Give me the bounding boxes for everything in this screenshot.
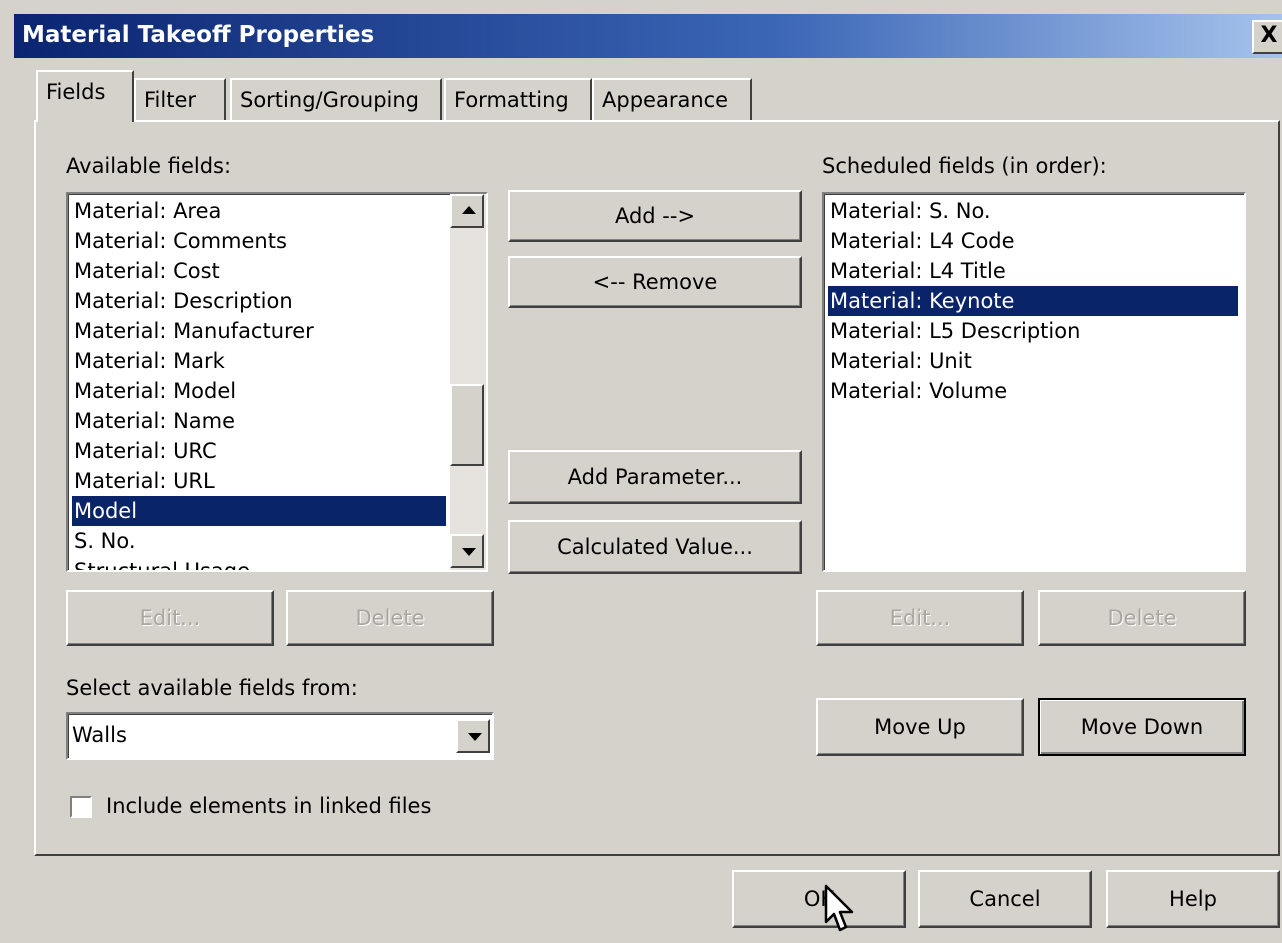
dropdown-button[interactable] — [456, 719, 490, 753]
list-item[interactable]: Material: L4 Code — [828, 226, 1238, 256]
list-item[interactable]: Material: S. No. — [828, 196, 1238, 226]
scheduled-delete-button[interactable]: Delete — [1038, 590, 1246, 646]
ok-button[interactable]: OK — [732, 870, 906, 928]
arrow-down-icon — [462, 548, 476, 556]
fields-tab-content: Available fields: Material: Area Material… — [0, 0, 1282, 943]
help-button[interactable]: Help — [1106, 870, 1280, 928]
list-item[interactable]: Material: Description — [72, 286, 446, 316]
mouse-pointer-icon — [824, 884, 854, 932]
button-label: Help — [1169, 887, 1217, 911]
select-fields-from-label: Select available fields from: — [66, 676, 358, 700]
list-item[interactable]: Material: Area — [72, 196, 446, 226]
list-item[interactable]: S. No. — [72, 526, 446, 556]
scheduled-fields-list[interactable]: Material: S. No. Material: L4 Code Materia… — [822, 192, 1246, 572]
scheduled-edit-button[interactable]: Edit... — [816, 590, 1024, 646]
calculated-value-button[interactable]: Calculated Value... — [508, 520, 802, 574]
move-down-button[interactable]: Move Down — [1038, 698, 1246, 756]
cancel-button[interactable]: Cancel — [918, 870, 1092, 928]
list-item[interactable]: Model — [72, 496, 446, 526]
button-label: Move Down — [1080, 715, 1204, 739]
available-fields-label: Available fields: — [66, 154, 232, 178]
list-item[interactable]: Material: Manufacturer — [72, 316, 446, 346]
add-button[interactable]: Add --> — [508, 190, 802, 242]
remove-button[interactable]: <-- Remove — [508, 256, 802, 308]
scroll-up-button[interactable] — [450, 194, 484, 228]
include-linked-label: Include elements in linked files — [106, 794, 432, 818]
button-label: Edit... — [889, 606, 951, 630]
button-label: Move Up — [874, 715, 966, 739]
button-label: Delete — [355, 606, 425, 630]
list-item[interactable]: Material: Model — [72, 376, 446, 406]
available-delete-button[interactable]: Delete — [286, 590, 494, 646]
list-item[interactable]: Material: Volume — [828, 376, 1238, 406]
add-parameter-button[interactable]: Add Parameter... — [508, 450, 802, 504]
move-up-button[interactable]: Move Up — [816, 698, 1024, 756]
list-item[interactable]: Material: Keynote — [828, 286, 1238, 316]
available-edit-button[interactable]: Edit... — [66, 590, 274, 646]
available-fields-list[interactable]: Material: Area Material: Comments Material… — [66, 192, 488, 572]
list-item[interactable]: Material: Name — [72, 406, 446, 436]
list-item[interactable]: Material: Cost — [72, 256, 446, 286]
list-item[interactable]: Material: Mark — [72, 346, 446, 376]
list-item[interactable]: Material: URC — [72, 436, 446, 466]
button-label: Calculated Value... — [557, 535, 753, 559]
button-label: Delete — [1107, 606, 1177, 630]
dropdown-value: Walls — [72, 723, 127, 747]
button-label: Edit... — [139, 606, 201, 630]
scheduled-fields-label: Scheduled fields (in order): — [822, 154, 1107, 178]
list-item[interactable]: Structural Usage — [72, 556, 446, 570]
include-linked-checkbox[interactable] — [70, 796, 92, 818]
button-label: Cancel — [969, 887, 1041, 911]
button-label: <-- Remove — [592, 270, 718, 294]
list-item[interactable]: Material: Unit — [828, 346, 1238, 376]
button-label: Add --> — [614, 204, 696, 228]
chevron-down-icon — [468, 733, 482, 741]
list-item[interactable]: Material: L4 Title — [828, 256, 1238, 286]
button-label: Add Parameter... — [567, 465, 743, 489]
list-item[interactable]: Material: URL — [72, 466, 446, 496]
arrow-up-icon — [462, 206, 476, 214]
list-item[interactable]: Material: L5 Description — [828, 316, 1238, 346]
list-item[interactable]: Material: Comments — [72, 226, 446, 256]
fields-source-dropdown[interactable]: Walls — [66, 712, 494, 760]
available-fields-scrollbar[interactable] — [450, 194, 486, 570]
scroll-thumb[interactable] — [450, 384, 484, 466]
scroll-down-button[interactable] — [450, 534, 484, 568]
